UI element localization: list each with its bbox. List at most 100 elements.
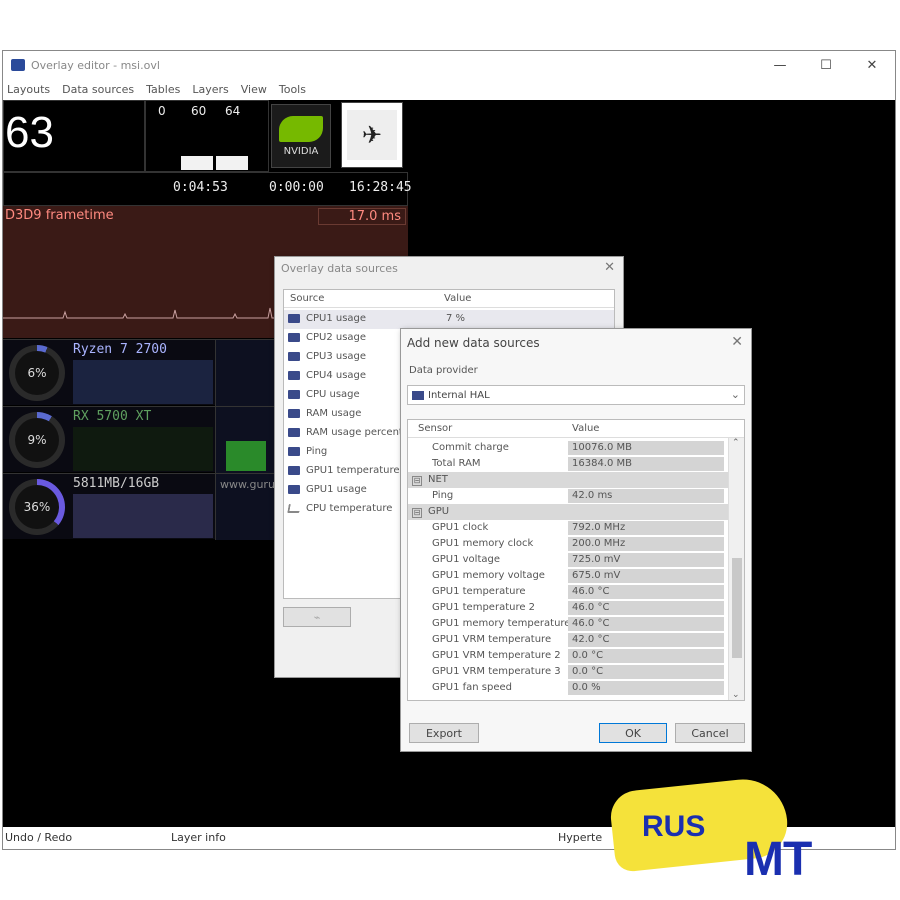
sensor-col-value[interactable]: Value xyxy=(572,423,599,434)
status-undo: Undo / Redo xyxy=(5,831,73,844)
menu-tables[interactable]: Tables xyxy=(146,83,180,96)
sensor-value-cell: 792.0 MHz xyxy=(568,521,724,535)
ram-ring: 36% xyxy=(9,479,65,535)
sensor-row[interactable]: GPU1 fan speed 0.0 % xyxy=(408,680,744,696)
mini-value-2: 64 xyxy=(225,104,241,118)
source-item[interactable]: CPU1 usage 7 % xyxy=(284,310,614,329)
nvidia-eye-icon xyxy=(279,115,323,142)
sensor-row[interactable]: Ping 42.0 ms xyxy=(408,488,744,504)
sensor-name: GPU1 voltage xyxy=(432,554,501,565)
gpu-graph xyxy=(73,427,213,471)
sensor-row[interactable]: Commit charge 10076.0 MB xyxy=(408,440,744,456)
sensor-value: 0.0 °C xyxy=(572,666,604,677)
sensor-group[interactable]: ⊟ GPU xyxy=(408,504,744,520)
sources-col-value[interactable]: Value xyxy=(444,293,471,304)
sensor-row[interactable]: GPU1 VRM temperature 2 0.0 °C xyxy=(408,648,744,664)
sensor-name: GPU1 fan speed xyxy=(432,682,513,693)
sensor-value-cell: 0.0 °C xyxy=(568,665,724,679)
source-name: Ping xyxy=(306,446,328,457)
rusmt-watermark: RUS MT xyxy=(602,775,900,900)
source-name: CPU temperature xyxy=(306,503,393,514)
sensor-value-cell: 200.0 MHz xyxy=(568,537,724,551)
ram-extra-label: www.guru xyxy=(220,478,275,491)
sensor-row[interactable]: GPU1 temperature 2 46.0 °C xyxy=(408,600,744,616)
sensor-value: 16384.0 MB xyxy=(572,458,633,469)
source-type-icon xyxy=(288,447,300,456)
menu-layers[interactable]: Layers xyxy=(192,83,228,96)
nvidia-label: NVIDIA xyxy=(283,145,319,157)
mini-value-1: 60 xyxy=(191,104,207,118)
menu-data-sources[interactable]: Data sources xyxy=(62,83,134,96)
sensor-col-sensor[interactable]: Sensor xyxy=(418,423,452,434)
source-name: CPU usage xyxy=(306,389,360,400)
scroll-down-icon[interactable]: ⌄ xyxy=(732,690,740,700)
sensor-value: 200.0 MHz xyxy=(572,538,626,549)
sensor-row[interactable]: GPU1 VRM temperature 3 0.0 °C xyxy=(408,664,744,680)
sensor-name: GPU1 memory voltage xyxy=(432,570,545,581)
sensor-value: 42.0 °C xyxy=(572,634,610,645)
sensor-row[interactable]: GPU1 memory voltage 675.0 mV xyxy=(408,568,744,584)
minimize-button[interactable]: — xyxy=(757,51,803,79)
scroll-thumb[interactable] xyxy=(732,558,742,658)
cpu-ring: 6% xyxy=(9,345,65,401)
source-type-icon xyxy=(288,390,300,399)
sensor-name: GPU1 memory clock xyxy=(432,538,534,549)
add-close-icon[interactable]: ✕ xyxy=(731,334,743,350)
ok-button[interactable]: OK xyxy=(599,723,667,743)
sensor-value: 42.0 ms xyxy=(572,490,613,501)
gpu-ring: 9% xyxy=(9,412,65,468)
sensor-row[interactable]: GPU1 memory clock 200.0 MHz xyxy=(408,536,744,552)
menu-layouts[interactable]: Layouts xyxy=(7,83,50,96)
sensor-row[interactable]: GPU1 temperature 46.0 °C xyxy=(408,584,744,600)
sources-disabled-button: ⌁ xyxy=(283,607,351,627)
sensor-row[interactable]: Total RAM 16384.0 MB xyxy=(408,456,744,472)
sources-dialog-title: Overlay data sources xyxy=(281,262,398,275)
timer-2: 16:28:45 xyxy=(349,180,412,195)
sensor-row[interactable]: GPU1 VRM temperature 42.0 °C xyxy=(408,632,744,648)
sensor-row[interactable]: GPU1 memory temperature 46.0 °C xyxy=(408,616,744,632)
cancel-button[interactable]: Cancel xyxy=(675,723,745,743)
sensor-scrollbar[interactable]: ⌃ ⌄ xyxy=(728,438,744,700)
maximize-button[interactable]: ☐ xyxy=(803,51,849,79)
window-title: Overlay editor - msi.ovl xyxy=(31,58,160,72)
source-value: 7 % xyxy=(446,313,466,324)
source-name: RAM usage xyxy=(306,408,362,419)
source-type-icon xyxy=(288,314,300,323)
sensor-name: GPU xyxy=(428,506,450,517)
menu-bar: Layouts Data sources Tables Layers View … xyxy=(3,79,895,100)
sensor-row[interactable]: GPU1 voltage 725.0 mV xyxy=(408,552,744,568)
sources-close-icon[interactable]: ✕ xyxy=(604,260,615,275)
nvidia-logo: NVIDIA xyxy=(271,104,331,168)
sensor-name: GPU1 VRM temperature 2 xyxy=(432,650,561,661)
sensor-value: 10076.0 MB xyxy=(572,442,633,453)
source-type-icon xyxy=(288,352,300,361)
collapse-icon[interactable]: ⊟ xyxy=(412,508,422,518)
sensor-list-header: Sensor Value xyxy=(408,420,744,438)
gpu-name: RX 5700 XT xyxy=(73,409,152,424)
sensor-value: 46.0 °C xyxy=(572,618,610,629)
sensor-group[interactable]: ⊟ NET xyxy=(408,472,744,488)
collapse-icon[interactable]: ⊟ xyxy=(412,476,422,486)
sensor-list[interactable]: Sensor Value Commit charge 10076.0 MB Tota… xyxy=(407,419,745,701)
sensor-value-cell: 46.0 °C xyxy=(568,585,724,599)
sensor-value-cell: 675.0 mV xyxy=(568,569,724,583)
sensor-value: 792.0 MHz xyxy=(572,522,626,533)
sensor-value: 46.0 °C xyxy=(572,586,610,597)
menu-view[interactable]: View xyxy=(241,83,267,96)
window-controls: — ☐ ✕ xyxy=(757,51,895,79)
sensor-value-cell: 725.0 mV xyxy=(568,553,724,567)
sensor-value-cell: 10076.0 MB xyxy=(568,441,724,455)
provider-dropdown[interactable]: Internal HAL ⌄ xyxy=(407,385,745,405)
gpu-percent: 9% xyxy=(27,433,47,447)
fps-value: 63 xyxy=(5,108,54,157)
afterburner-plane-icon: ✈ xyxy=(347,110,397,160)
status-layer: Layer info xyxy=(171,831,226,844)
export-button[interactable]: Export xyxy=(409,723,479,743)
close-button[interactable]: ✕ xyxy=(849,51,895,79)
sensor-row[interactable]: GPU1 clock 792.0 MHz xyxy=(408,520,744,536)
sensor-name: GPU1 memory temperature xyxy=(432,618,571,629)
scroll-up-icon[interactable]: ⌃ xyxy=(732,438,740,448)
sources-col-source[interactable]: Source xyxy=(290,293,324,304)
title-bar[interactable]: Overlay editor - msi.ovl — ☐ ✕ xyxy=(3,51,895,79)
menu-tools[interactable]: Tools xyxy=(279,83,306,96)
